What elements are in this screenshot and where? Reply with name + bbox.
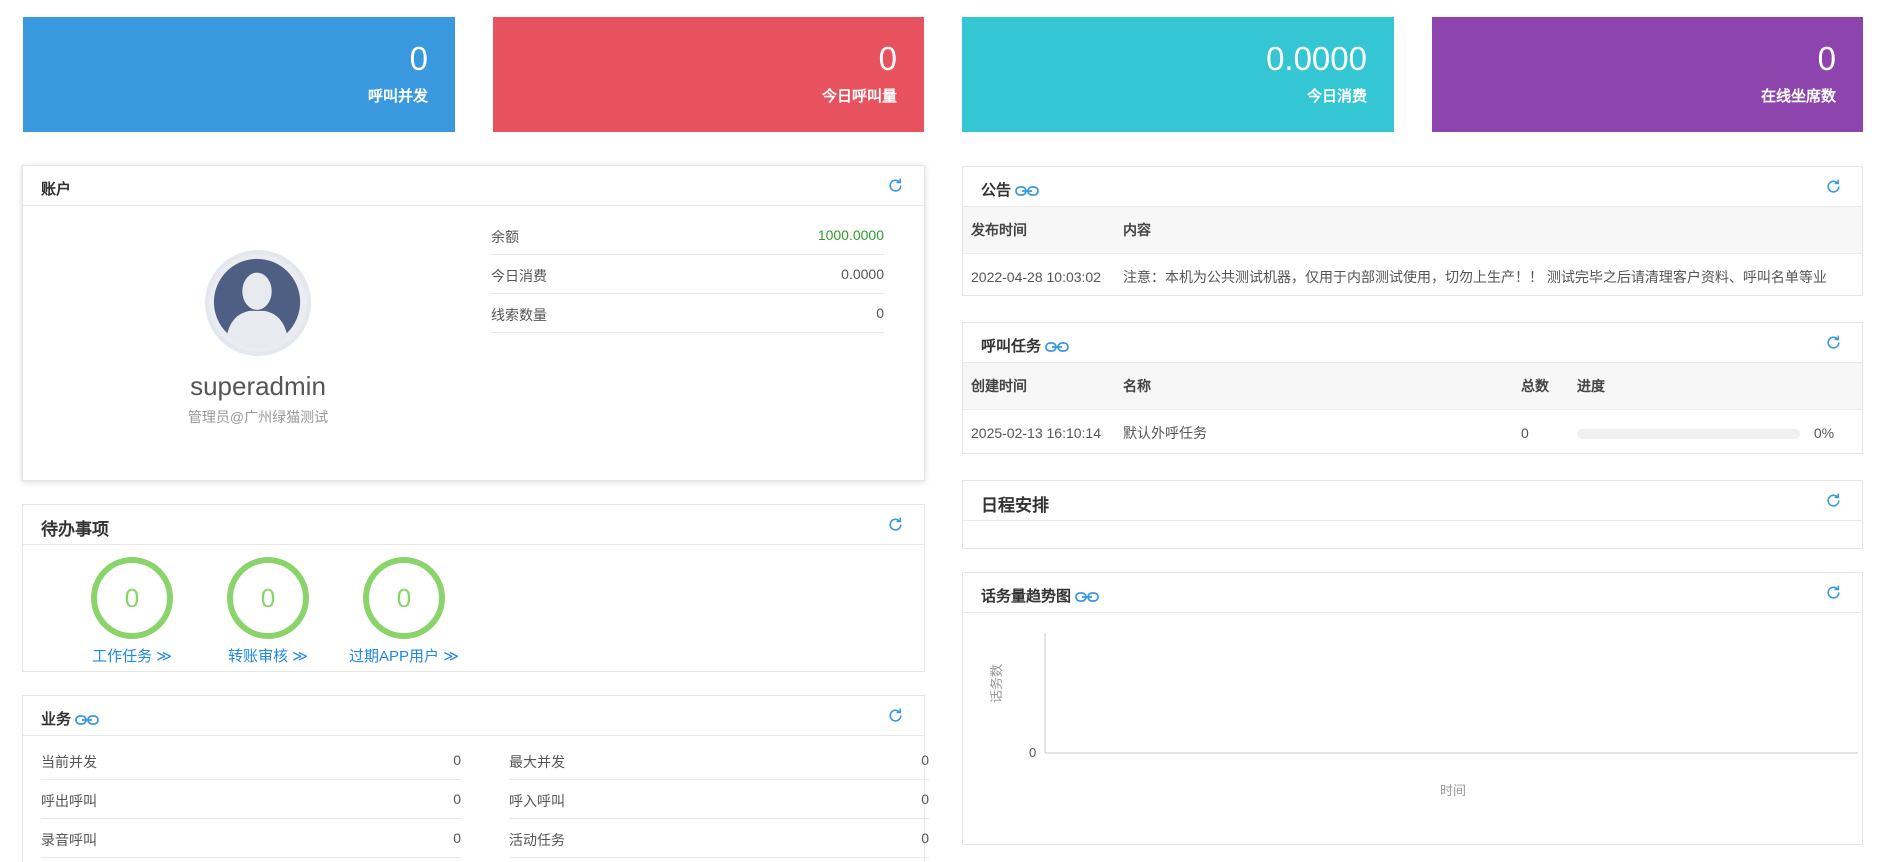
column-header: 创建时间 <box>963 363 1115 410</box>
stat-card-today-spend: 0.0000 今日消费 <box>962 17 1394 132</box>
task-name[interactable]: 默认外呼任务 <box>1115 410 1513 457</box>
avatar <box>205 250 311 356</box>
notice-table: 发布时间 内容 2022-04-28 10:03:02 注意：本机为公共测试机器… <box>963 207 1862 296</box>
panel-title: 日程安排 <box>981 496 1049 515</box>
task-progress: 0% <box>1569 410 1862 457</box>
stat-card-today-calls: 0 今日呼叫量 <box>493 17 924 132</box>
business-row: 录音呼叫 0 <box>41 819 461 858</box>
panel-header: 待办事项 <box>23 505 924 545</box>
todo-work-tasks[interactable]: 0 工作任务 ≫ <box>62 557 202 666</box>
business-left-stats: 当前并发 0 呼出呼叫 0 录音呼叫 0 <box>41 741 461 858</box>
todo-link[interactable]: 工作任务 ≫ <box>62 645 202 666</box>
table-row[interactable]: 2025-02-13 16:10:14 默认外呼任务 0 0% <box>963 410 1862 457</box>
call-tasks-table: 创建时间 名称 总数 进度 2025-02-13 16:10:14 默认外呼任务… <box>963 363 1862 456</box>
panel-title: 呼叫任务 <box>981 335 1069 356</box>
panel-title: 账户 <box>41 181 72 198</box>
y-tick-label: 0 <box>1029 745 1036 760</box>
column-header: 发布时间 <box>963 207 1115 254</box>
stat-label: 今日消费 <box>1306 88 1367 105</box>
table-row[interactable]: 2022-04-28 10:03:02 注意：本机为公共测试机器，仅用于内部测试… <box>963 254 1862 296</box>
account-username: superadmin <box>190 371 326 401</box>
refresh-icon[interactable] <box>1825 334 1842 351</box>
call-tasks-panel: 呼叫任务 创建时间 名称 总数 进度 2025-02-13 16:10:14 默… <box>962 322 1863 454</box>
panel-header: 业务 <box>23 696 924 736</box>
refresh-icon[interactable] <box>1825 178 1842 195</box>
stat-value: 0 <box>409 40 428 77</box>
account-row-today-spend: 今日消费 0.0000 <box>491 255 884 294</box>
panel-header: 公告 <box>963 167 1862 207</box>
notice-time: 2022-04-28 10:03:02 <box>971 269 1101 285</box>
stat-value: 0.0000 <box>1266 40 1367 77</box>
column-header: 总数 <box>1513 363 1569 410</box>
column-header: 名称 <box>1115 363 1513 410</box>
user-avatar-icon <box>213 258 301 349</box>
link-icon[interactable] <box>75 714 99 726</box>
stat-card-online-agents: 0 在线坐席数 <box>1432 17 1863 132</box>
todo-count-ring: 0 <box>363 557 445 639</box>
refresh-icon[interactable] <box>887 707 904 724</box>
todo-transfer-review[interactable]: 0 转账审核 ≫ <box>198 557 338 666</box>
schedule-panel: 日程安排 <box>962 480 1863 549</box>
business-panel: 业务 当前并发 0 呼出呼叫 0 录音呼叫 0 最大并发 0 呼入呼叫 0 活动任务 0 <box>22 695 929 862</box>
business-row: 最大并发 0 <box>509 741 929 780</box>
stat-label: 在线坐席数 <box>1760 88 1836 105</box>
link-icon[interactable] <box>1015 185 1039 197</box>
y-axis-label: 话务数 <box>989 664 1004 703</box>
panel-title: 待办事项 <box>41 520 109 539</box>
todo-count-ring: 0 <box>227 557 309 639</box>
progress-bar <box>1577 429 1800 440</box>
panel-header: 账户 <box>23 166 924 206</box>
stat-card-concurrent-calls: 0 呼叫并发 <box>23 17 455 132</box>
stat-value: 0 <box>878 40 897 77</box>
refresh-icon[interactable] <box>887 516 904 533</box>
notice-content[interactable]: 注意：本机为公共测试机器，仅用于内部测试使用，切勿上生产！！ 测试完毕之后请清理… <box>1115 254 1862 296</box>
stat-label: 今日呼叫量 <box>821 88 897 105</box>
account-panel: 账户 superadmin 管理员@广州绿猫测试 余额 1000.0000 今日… <box>22 165 925 481</box>
column-header: 内容 <box>1115 207 1862 254</box>
account-row-balance: 余额 1000.0000 <box>491 216 884 255</box>
refresh-icon[interactable] <box>1825 492 1842 509</box>
stat-value: 0 <box>1817 40 1836 77</box>
task-total: 0 <box>1521 425 1529 441</box>
column-header: 进度 <box>1569 363 1862 410</box>
notice-panel: 公告 发布时间 内容 2022-04-28 10:03:02 注意：本机为公共测… <box>962 166 1863 296</box>
todo-count-ring: 0 <box>91 557 173 639</box>
account-stats: 余额 1000.0000 今日消费 0.0000 线索数量 0 <box>491 216 884 333</box>
panel-header: 话务量趋势图 <box>963 573 1862 613</box>
account-role: 管理员@广州绿猫测试 <box>187 409 329 425</box>
panel-header: 呼叫任务 <box>963 323 1862 363</box>
call-trend-chart: 0 话务数 时间 <box>989 633 1858 798</box>
business-row: 呼出呼叫 0 <box>41 780 461 819</box>
todo-link[interactable]: 过期APP用户 ≫ <box>334 645 474 666</box>
task-created-time: 2025-02-13 16:10:14 <box>971 425 1101 441</box>
progress-text: 0% <box>1813 425 1835 441</box>
link-icon[interactable] <box>1075 591 1099 603</box>
todo-expired-app-users[interactable]: 0 过期APP用户 ≫ <box>334 557 474 666</box>
business-right-stats: 最大并发 0 呼入呼叫 0 活动任务 0 <box>509 741 929 858</box>
business-row: 当前并发 0 <box>41 741 461 780</box>
panel-title: 公告 <box>981 179 1039 200</box>
call-trend-panel: 话务量趋势图 0 话务数 时间 <box>962 572 1863 845</box>
todo-panel: 待办事项 0 工作任务 ≫ 0 转账审核 ≫ 0 过期APP用户 ≫ <box>22 504 925 672</box>
panel-header: 日程安排 <box>963 481 1862 521</box>
business-row: 活动任务 0 <box>509 819 929 858</box>
stat-label: 呼叫并发 <box>367 88 428 105</box>
business-row: 呼入呼叫 0 <box>509 780 929 819</box>
todo-link[interactable]: 转账审核 ≫ <box>198 645 338 666</box>
x-axis-label: 时间 <box>1440 783 1466 798</box>
link-icon[interactable] <box>1045 341 1069 353</box>
refresh-icon[interactable] <box>1825 584 1842 601</box>
refresh-icon[interactable] <box>887 177 904 194</box>
account-row-leads: 线索数量 0 <box>491 294 884 333</box>
panel-title: 业务 <box>41 708 99 729</box>
panel-title: 话务量趋势图 <box>981 585 1099 606</box>
